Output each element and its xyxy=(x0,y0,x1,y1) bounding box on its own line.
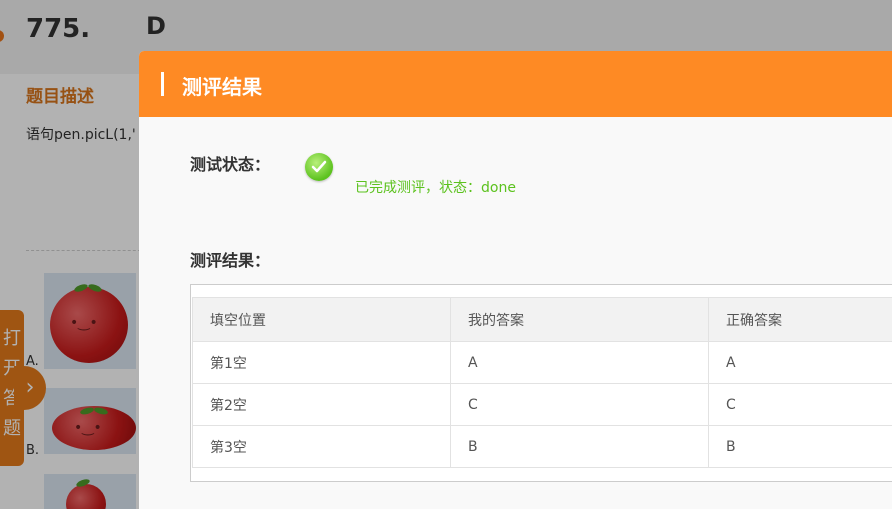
result-table: 填空位置 我的答案 正确答案 第1空 A A 第2空 C C 第3空 B B xyxy=(192,297,892,468)
table-row: 第1空 A A xyxy=(192,341,892,384)
title-accent-bar xyxy=(161,72,164,96)
table-row: 第2空 C C xyxy=(192,383,892,426)
table-cell: B xyxy=(708,425,892,468)
header-correct-answer: 正确答案 xyxy=(708,297,892,342)
status-label: 测试状态： xyxy=(190,155,271,174)
table-cell: A xyxy=(708,341,892,384)
table-cell: A xyxy=(450,341,709,384)
table-cell: 第2空 xyxy=(192,383,451,426)
table-cell: B xyxy=(450,425,709,468)
table-row: 第3空 B B xyxy=(192,425,892,468)
result-label: 测评结果： xyxy=(190,251,271,270)
check-circle-icon xyxy=(305,153,333,181)
result-table-container: 填空位置 我的答案 正确答案 第1空 A A 第2空 C C 第3空 B B xyxy=(190,284,892,482)
table-cell: C xyxy=(450,383,709,426)
header-my-answer: 我的答案 xyxy=(450,297,709,342)
modal-title: 测评结果 xyxy=(182,75,262,99)
table-cell: C xyxy=(708,383,892,426)
header-blank-position: 填空位置 xyxy=(192,297,451,342)
modal-header: 测评结果 xyxy=(139,51,892,117)
table-cell: 第3空 xyxy=(192,425,451,468)
status-text: 已完成测评，状态：done xyxy=(355,180,516,196)
table-cell: 第1空 xyxy=(192,341,451,384)
table-header-row: 填空位置 我的答案 正确答案 xyxy=(192,297,892,342)
result-modal: 测评结果 测试状态： 已完成测评，状态：done 测评结果： 填空位置 我的答案… xyxy=(139,51,892,509)
